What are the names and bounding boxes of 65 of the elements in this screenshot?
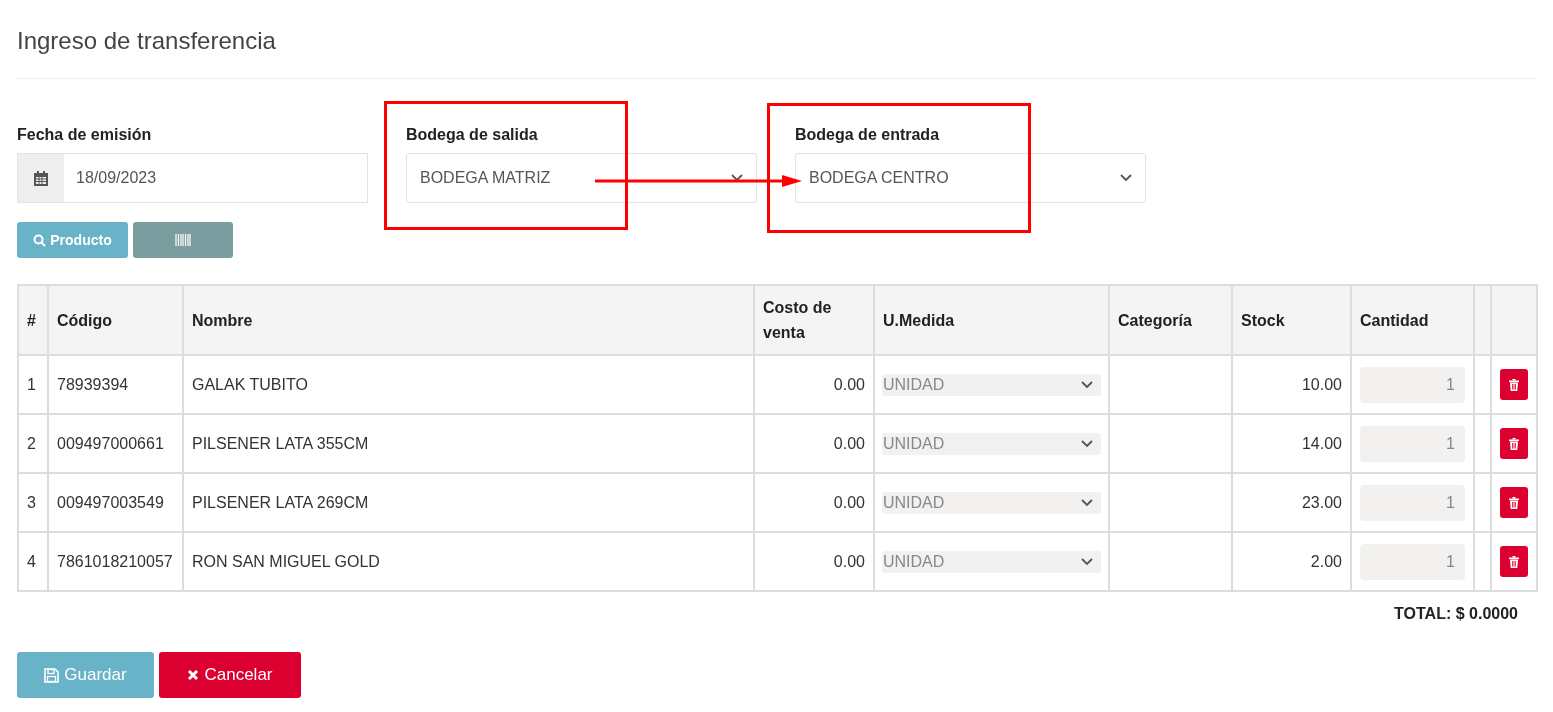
warehouse-select[interactable]: BODEGA CENTRO <box>795 153 1146 203</box>
sale-cost: 0.00 <box>833 493 865 511</box>
unit-select[interactable]: UNIDAD <box>882 550 1101 573</box>
trash-icon <box>1509 378 1519 391</box>
delete-button[interactable] <box>1500 369 1528 400</box>
delete-button[interactable] <box>1500 428 1528 459</box>
chevron-icon <box>1081 380 1093 389</box>
product-code: 009497003549 <box>57 493 164 511</box>
product-code: 78939394 <box>57 375 129 393</box>
field-label: Bodega de entrada <box>795 125 941 145</box>
save-button[interactable]: Guardar <box>17 652 154 698</box>
column-header: Nombre <box>192 311 253 329</box>
chevron-icon <box>1081 498 1093 507</box>
trash-icon <box>1509 496 1519 509</box>
total-amount: TOTAL: $ 0.0000 <box>1394 604 1518 624</box>
delete-button[interactable] <box>1500 546 1528 577</box>
sale-cost: 0.00 <box>833 434 865 452</box>
chevron-icon <box>1120 174 1132 182</box>
stock-value: 23.00 <box>1301 493 1342 511</box>
product-name: PILSENER LATA 269CM <box>192 493 369 511</box>
unit-select[interactable]: UNIDAD <box>882 432 1101 455</box>
stock-value: 14.00 <box>1301 434 1342 452</box>
sale-cost: 0.00 <box>833 552 865 570</box>
chevron-icon <box>1081 439 1093 448</box>
column-header: # <box>27 311 36 329</box>
product-name: GALAK TUBITO <box>192 375 308 393</box>
chevron-icon <box>1081 557 1093 566</box>
warehouse-select[interactable]: BODEGA MATRIZ <box>406 153 757 203</box>
column-header: Código <box>57 311 113 329</box>
quantity-field[interactable]: 1 <box>1360 484 1465 521</box>
quantity-field[interactable]: 1 <box>1360 543 1465 580</box>
field-label: Fecha de emisión <box>17 125 153 145</box>
delete-button[interactable] <box>1500 487 1528 518</box>
column-header: Categoría <box>1118 311 1192 329</box>
barcode-icon <box>175 234 191 246</box>
row-number: 4 <box>27 552 36 570</box>
calendar-icon <box>33 169 49 187</box>
search-icon <box>33 233 47 247</box>
date-field[interactable]: 18/09/2023 <box>17 153 368 203</box>
product-name: RON SAN MIGUEL GOLD <box>192 552 380 570</box>
column-header: Stock <box>1241 311 1285 329</box>
cancel-button[interactable]: Cancelar <box>159 652 301 698</box>
unit-select[interactable]: UNIDAD <box>882 373 1101 396</box>
stock-value: 2.00 <box>1310 552 1342 570</box>
trash-icon <box>1509 437 1519 450</box>
unit-select[interactable]: UNIDAD <box>882 491 1101 514</box>
column-header: U.Medida <box>883 311 955 329</box>
column-header: Costo de venta <box>763 299 832 341</box>
page-title: Ingreso de transferencia <box>17 26 277 56</box>
product-search-button[interactable]: Producto <box>17 222 128 258</box>
close-icon <box>187 669 200 681</box>
quantity-field[interactable]: 1 <box>1360 366 1465 403</box>
field-label: Bodega de salida <box>406 125 539 145</box>
product-code: 009497000661 <box>57 434 164 452</box>
row-number: 3 <box>27 493 36 511</box>
trash-icon <box>1509 555 1519 568</box>
quantity-field[interactable]: 1 <box>1360 425 1465 462</box>
sale-cost: 0.00 <box>833 375 865 393</box>
chevron-icon <box>731 174 743 182</box>
row-number: 1 <box>27 375 36 393</box>
product-name: PILSENER LATA 355CM <box>192 434 369 452</box>
stock-value: 10.00 <box>1301 375 1342 393</box>
product-code: 7861018210057 <box>57 552 173 570</box>
column-header: Cantidad <box>1360 311 1429 329</box>
row-number: 2 <box>27 434 36 452</box>
